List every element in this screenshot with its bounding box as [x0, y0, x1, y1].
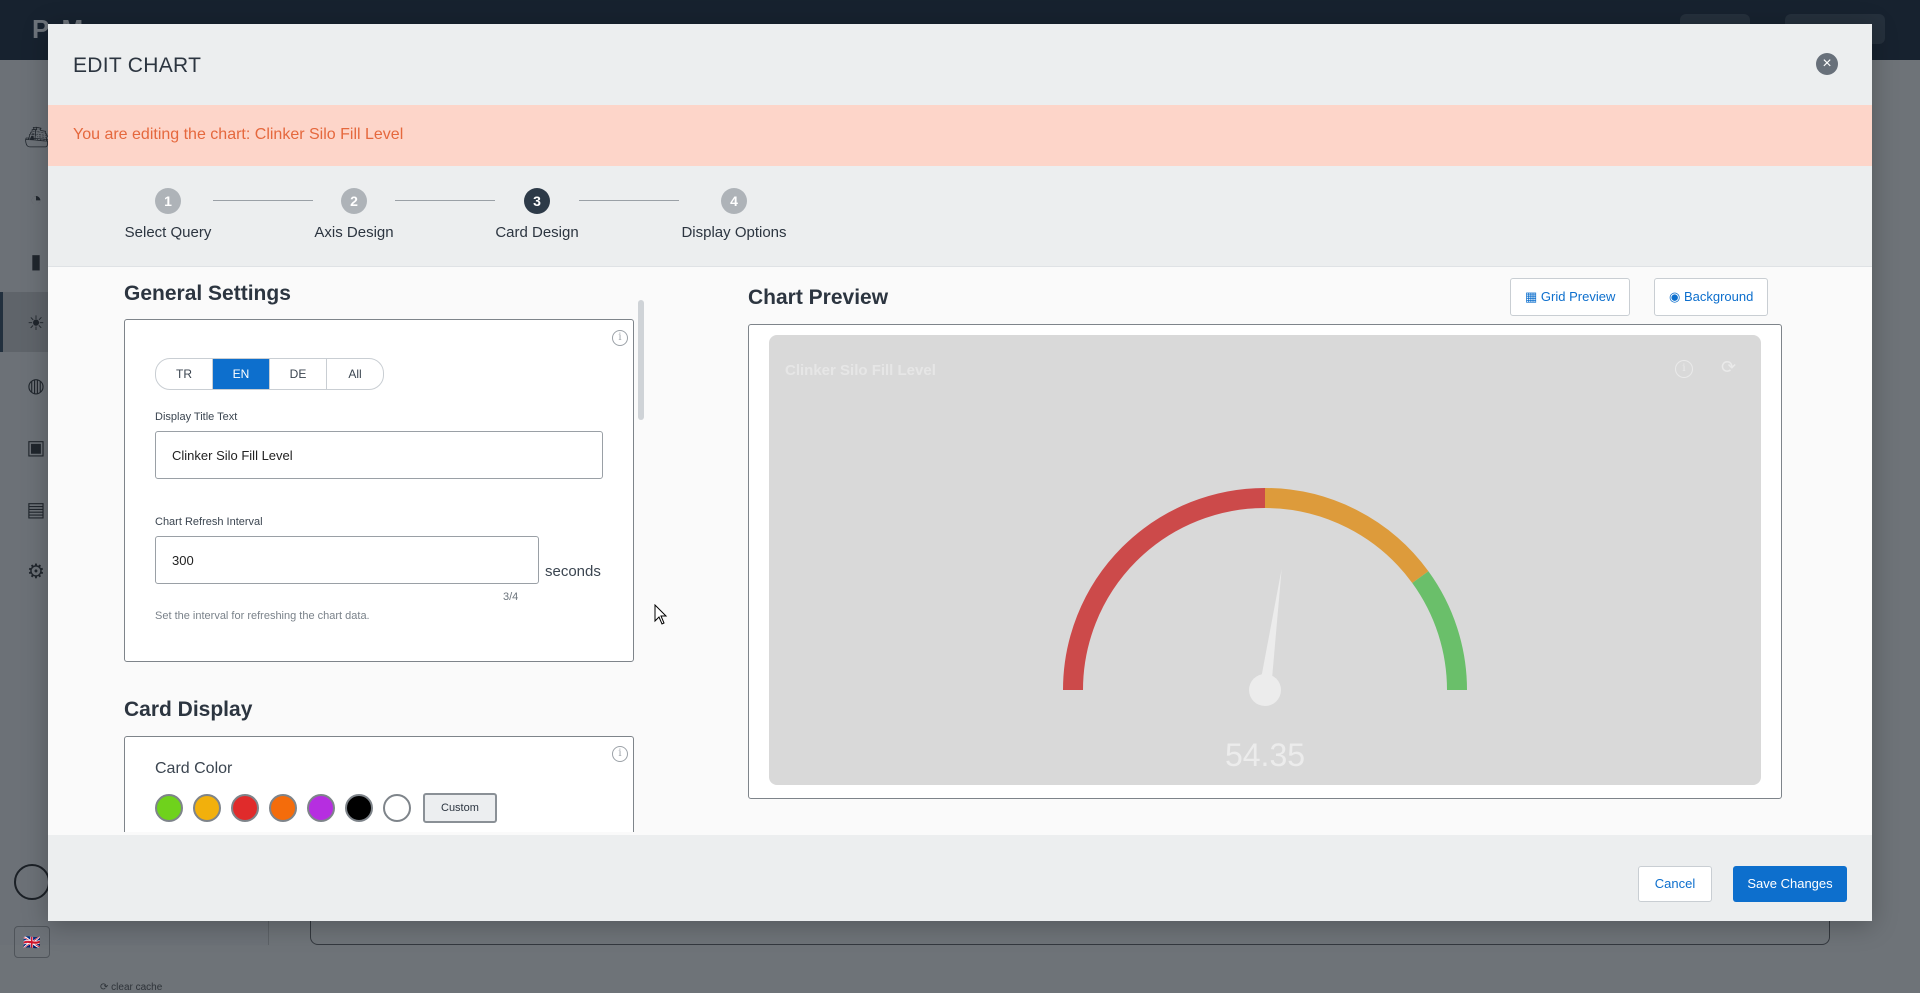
step-number: 1 [155, 188, 181, 214]
grid-preview-button[interactable]: ▦ Grid Preview [1510, 278, 1631, 316]
display-title-label: Display Title Text [155, 411, 238, 423]
step-label: Axis Design [314, 224, 394, 241]
close-icon[interactable]: × [1816, 53, 1838, 75]
grid-icon: ▦ [1525, 289, 1538, 304]
step-axis-design[interactable]: 2 Axis Design [274, 188, 434, 241]
grid-preview-label: Grid Preview [1540, 289, 1616, 304]
step-label: Display Options [681, 224, 787, 241]
save-changes-button[interactable]: Save Changes [1733, 866, 1847, 902]
general-settings-title: General Settings [124, 282, 291, 305]
lang-en-button[interactable]: EN [213, 359, 270, 389]
step-number: 2 [341, 188, 367, 214]
step-label: Select Query [124, 224, 212, 241]
step-select-query[interactable]: 1 Select Query [88, 188, 248, 241]
cancel-button[interactable]: Cancel [1638, 866, 1712, 902]
ship-icon[interactable]: ⛴ [24, 126, 49, 150]
globe-icon[interactable]: ◍ [24, 374, 48, 398]
character-counter: 3/4 [503, 591, 519, 603]
refresh-hint: Set the interval for refreshing the char… [155, 610, 370, 622]
card-display-title: Card Display [124, 698, 253, 721]
alert-text: You are editing the chart: Clinker Silo … [73, 126, 404, 143]
card-color-label: Card Color [155, 760, 233, 777]
custom-color-button[interactable]: Custom [423, 793, 497, 823]
color-swatch-orange[interactable] [269, 794, 297, 822]
card-display-panel: i Card Color Custom [124, 736, 634, 832]
chart-preview-frame: Clinker Silo Fill Level i ⟳ 54.35 [748, 324, 1782, 799]
clear-cache-link[interactable]: ⟳ clear cache [100, 982, 162, 993]
gauge-needle [1259, 569, 1282, 691]
step-number: 4 [721, 188, 747, 214]
avatar[interactable] [14, 864, 50, 900]
palette-icon: ◉ [1669, 289, 1681, 304]
step-display-options[interactable]: 4 Display Options [654, 188, 814, 241]
gauge-card: Clinker Silo Fill Level i ⟳ 54.35 [769, 335, 1761, 785]
background-label: Background [1683, 289, 1754, 304]
color-swatch-white[interactable] [383, 794, 411, 822]
color-swatch-yellow[interactable] [193, 794, 221, 822]
clear-cache-label: clear cache [111, 982, 163, 993]
info-icon[interactable]: i [612, 746, 628, 762]
editing-alert: You are editing the chart: Clinker Silo … [48, 105, 1872, 166]
color-swatch-black[interactable] [345, 794, 373, 822]
step-number: 3 [524, 188, 550, 214]
background-button[interactable]: ◉ Background [1654, 278, 1769, 316]
gauge-needle-hub [1249, 674, 1281, 706]
step-card-design[interactable]: 3 Card Design [457, 188, 617, 241]
modal-footer [48, 836, 1872, 921]
lang-tr-button[interactable]: TR [156, 359, 213, 389]
map-icon[interactable]: ▮ [24, 250, 48, 274]
sun-icon[interactable]: ☀ [24, 312, 48, 336]
display-title-input[interactable] [155, 431, 603, 479]
chart-preview-title: Chart Preview [748, 286, 889, 309]
modal-title: EDIT CHART [73, 54, 202, 77]
gauge-value: 54.35 [1224, 737, 1306, 773]
refresh-interval-input[interactable] [155, 536, 539, 584]
chip-icon[interactable]: ▣ [24, 436, 48, 460]
card-color-swatches: Custom [155, 793, 497, 823]
gauge-band-0 [1063, 488, 1266, 691]
color-swatch-purple[interactable] [307, 794, 335, 822]
mouse-cursor-icon [654, 604, 668, 625]
info-icon[interactable]: i [612, 330, 628, 346]
step-label: Card Design [495, 224, 579, 241]
gauge-band-2 [1412, 571, 1467, 691]
lang-all-button[interactable]: All [327, 359, 383, 389]
compass-icon[interactable]: ◔ [24, 188, 48, 212]
uk-flag-icon[interactable]: 🇬🇧 [14, 926, 50, 958]
check-list-icon[interactable]: ▤ [24, 498, 48, 522]
lang-de-button[interactable]: DE [270, 359, 327, 389]
gear-icon[interactable]: ⚙ [24, 560, 48, 584]
general-settings-panel: i TR EN DE All Display Title Text Chart … [124, 319, 634, 662]
edit-chart-modal: EDIT CHART × You are editing the chart: … [48, 24, 1872, 921]
color-swatch-green[interactable] [155, 794, 183, 822]
refresh-interval-label: Chart Refresh Interval [155, 516, 263, 528]
gauge-band-1 [1264, 488, 1429, 584]
color-swatch-red[interactable] [231, 794, 259, 822]
language-selector: TR EN DE All [155, 358, 384, 390]
gauge-chart [1063, 488, 1467, 706]
scrollbar[interactable] [638, 300, 644, 420]
refresh-unit: seconds [545, 563, 601, 580]
